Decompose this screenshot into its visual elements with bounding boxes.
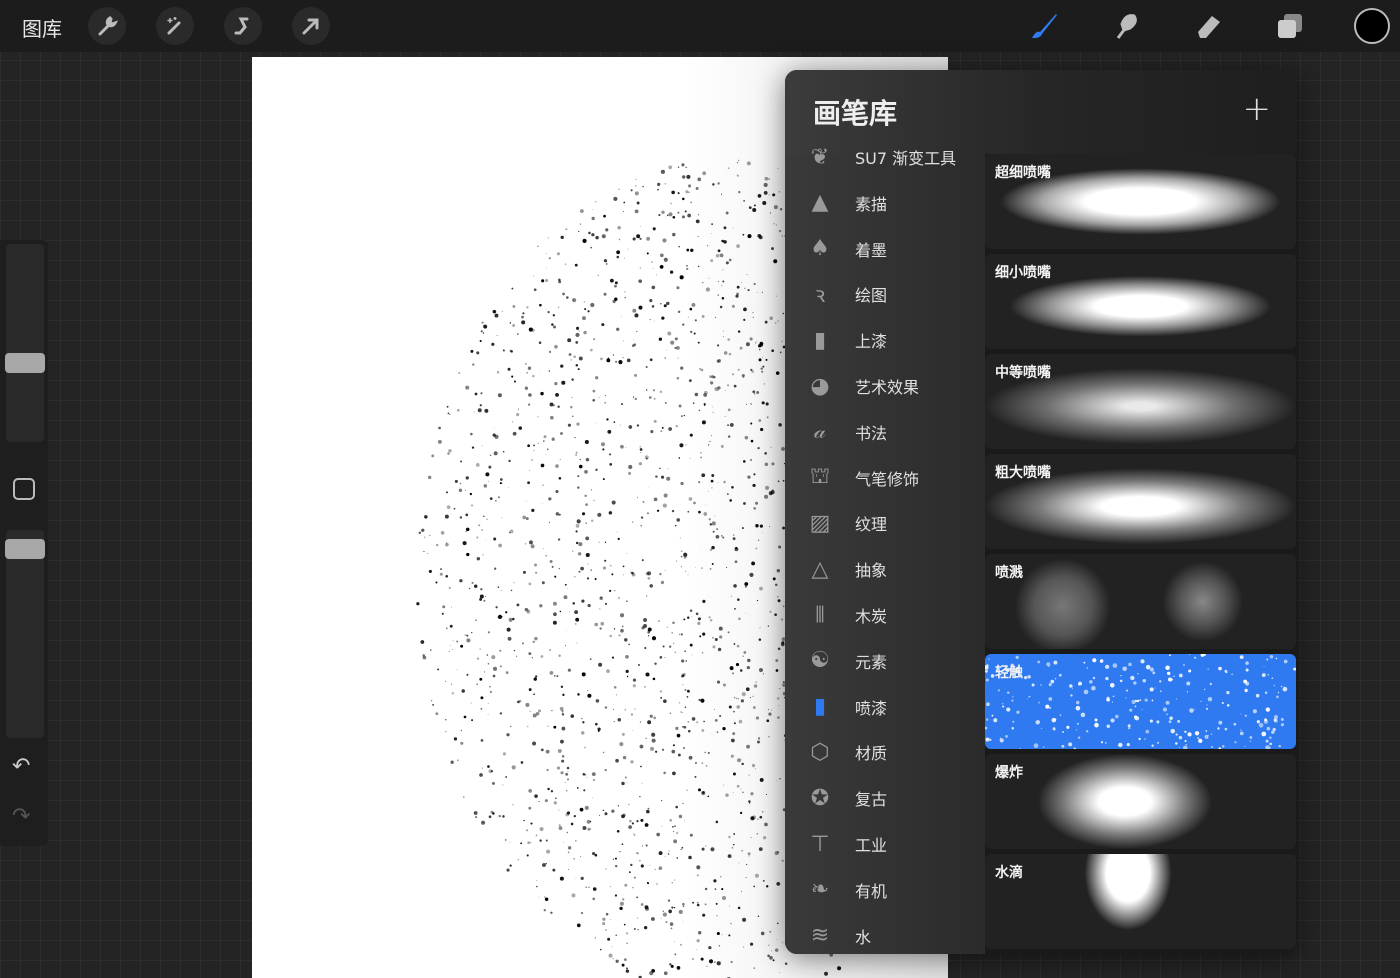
opacity-slider[interactable] <box>6 530 44 738</box>
brush-name: 中等喷嘴 <box>995 362 1051 382</box>
category-label: 上漆 <box>855 328 887 352</box>
category-item[interactable]: ≋ 水 <box>785 913 985 954</box>
color-picker-button[interactable] <box>1354 8 1390 44</box>
brush-stroke-preview <box>985 654 1296 749</box>
brush-library-panel: 画笔库 + ❦ SU7 渐变工具 ▲ 素描 ♠ 着墨 ꝛ 绘图 ▮ 上漆 ◕ 艺术效果 𝒶 书法 ⛫ 气笔修饰… <box>785 70 1297 954</box>
brush-name: 超细喷嘴 <box>995 162 1051 182</box>
brush-icon[interactable] <box>1026 8 1062 44</box>
category-label: 水 <box>855 924 871 948</box>
category-list[interactable]: ❦ SU7 渐变工具 ▲ 素描 ♠ 着墨 ꝛ 绘图 ▮ 上漆 ◕ 艺术效果 𝒶 书法 ⛫ 气笔修饰 ▨ 纹理 △ 抽象… <box>785 154 985 954</box>
smudge-icon[interactable] <box>1108 8 1144 44</box>
category-item[interactable]: ▮ 喷漆 <box>785 684 985 730</box>
category-label: 书法 <box>855 420 887 444</box>
category-item[interactable]: △ 抽象 <box>785 546 985 592</box>
brush-item[interactable]: 粗大喷嘴 <box>985 454 1296 549</box>
category-item[interactable]: ⦀ 木炭 <box>785 592 985 638</box>
category-label: 喷漆 <box>855 695 887 719</box>
category-item[interactable]: ◕ 艺术效果 <box>785 363 985 409</box>
pencil-tip-icon: ▲ <box>785 190 855 215</box>
category-item[interactable]: ▨ 纹理 <box>785 500 985 546</box>
brush-item[interactable]: 超细喷嘴 <box>985 154 1296 249</box>
anvil-icon: ⊤ <box>785 832 855 857</box>
waves-icon: ≋ <box>785 923 855 948</box>
charcoal-icon: ⦀ <box>785 603 855 628</box>
ink-pen-icon: ♠ <box>785 236 855 261</box>
category-label: 有机 <box>855 878 887 902</box>
category-label: 素描 <box>855 191 887 215</box>
paintbrush-icon: ▮ <box>785 328 855 353</box>
category-item[interactable]: ▮ 上漆 <box>785 317 985 363</box>
category-item[interactable]: ☯ 元素 <box>785 638 985 684</box>
brush-stroke-preview <box>985 754 1296 849</box>
gallery-button[interactable]: 图库 <box>22 13 62 42</box>
cube-icon: ⬡ <box>785 740 855 765</box>
swirl-icon: ꝛ <box>785 279 855 309</box>
yin-yang-icon: ☯ <box>785 648 855 673</box>
magic-wand-icon[interactable] <box>156 7 194 45</box>
brush-name: 喷溅 <box>995 562 1023 582</box>
transform-arrow-icon[interactable] <box>292 7 330 45</box>
brush-name: 爆炸 <box>995 762 1023 782</box>
category-label: 气笔修饰 <box>855 466 919 490</box>
brush-item[interactable]: 水滴 <box>985 854 1296 949</box>
top-toolbar: 图库 <box>0 0 1400 52</box>
airbrush-icon: ⛫ <box>785 464 855 492</box>
spray-can-icon: ▮ <box>785 694 855 719</box>
modify-square-button[interactable] <box>13 478 35 500</box>
category-label: 纹理 <box>855 511 887 535</box>
brush-name: 粗大喷嘴 <box>995 462 1051 482</box>
undo-icon[interactable]: ↶ <box>12 754 30 779</box>
brush-item[interactable]: 中等喷嘴 <box>985 354 1296 449</box>
category-label: 复古 <box>855 786 887 810</box>
category-item[interactable]: ⬡ 材质 <box>785 729 985 775</box>
feather-icon: ❦ <box>785 145 855 170</box>
category-label: 木炭 <box>855 603 887 627</box>
category-label: 绘图 <box>855 282 887 306</box>
brush-name: 水滴 <box>995 862 1023 882</box>
layers-icon[interactable] <box>1272 8 1308 44</box>
brush-size-thumb[interactable] <box>5 353 45 373</box>
category-item[interactable]: ♠ 着墨 <box>785 226 985 272</box>
brush-item[interactable]: 轻触 <box>985 654 1296 749</box>
add-brush-button[interactable]: + <box>1243 92 1272 126</box>
brush-size-slider[interactable] <box>6 244 44 442</box>
redo-icon[interactable]: ↷ <box>12 804 30 829</box>
selection-s-icon[interactable] <box>224 7 262 45</box>
left-sidebar: ↶ ↷ <box>0 240 48 846</box>
category-label: SU7 渐变工具 <box>855 145 956 169</box>
star-badge-icon: ✪ <box>785 786 855 811</box>
category-label: 材质 <box>855 740 887 764</box>
category-item[interactable]: ⛫ 气笔修饰 <box>785 455 985 501</box>
category-item[interactable]: 𝒶 书法 <box>785 409 985 455</box>
category-item[interactable]: ❧ 有机 <box>785 867 985 913</box>
category-label: 元素 <box>855 649 887 673</box>
category-item[interactable]: ⊤ 工业 <box>785 821 985 867</box>
brush-item[interactable]: 细小喷嘴 <box>985 254 1296 349</box>
eraser-icon[interactable] <box>1190 8 1226 44</box>
category-item[interactable]: ▲ 素描 <box>785 180 985 226</box>
category-item[interactable]: ❦ SU7 渐变工具 <box>785 134 985 180</box>
texture-icon: ▨ <box>785 511 855 536</box>
category-label: 着墨 <box>855 237 887 261</box>
brush-stroke-preview <box>985 554 1296 649</box>
opacity-thumb[interactable] <box>5 539 45 559</box>
brush-name: 轻触 <box>995 662 1023 682</box>
category-item[interactable]: ✪ 复古 <box>785 775 985 821</box>
category-label: 工业 <box>855 832 887 856</box>
brush-item[interactable]: 喷溅 <box>985 554 1296 649</box>
brush-name: 细小喷嘴 <box>995 262 1051 282</box>
calligraphy-icon: 𝒶 <box>785 419 855 444</box>
brush-stroke-preview <box>985 854 1296 949</box>
leaf-icon: ❧ <box>785 877 855 902</box>
palette-icon: ◕ <box>785 374 855 399</box>
category-label: 艺术效果 <box>855 374 919 398</box>
category-label: 抽象 <box>855 557 887 581</box>
wrench-icon[interactable] <box>88 7 126 45</box>
category-item[interactable]: ꝛ 绘图 <box>785 271 985 317</box>
brush-item[interactable]: 爆炸 <box>985 754 1296 849</box>
brush-list[interactable]: 超细喷嘴细小喷嘴中等喷嘴粗大喷嘴喷溅轻触爆炸水滴 <box>985 154 1297 954</box>
triangle-icon: △ <box>785 557 855 582</box>
panel-title: 画笔库 <box>813 92 897 132</box>
